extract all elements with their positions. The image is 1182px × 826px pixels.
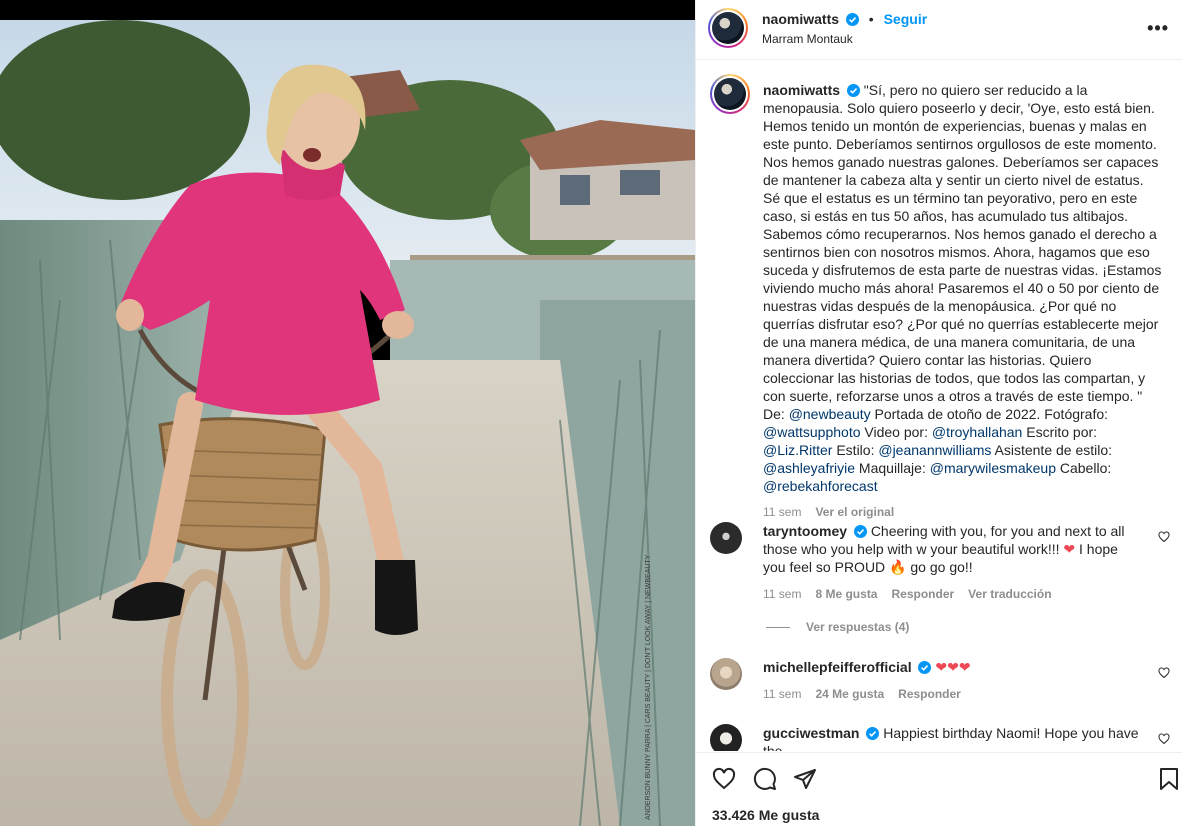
translate-button[interactable]: Ver traducción xyxy=(968,587,1051,601)
comments-scroll-area[interactable]: naomiwatts "Sí, pero no quiero ser reduc… xyxy=(696,61,1182,751)
caption-body: Maquillaje: xyxy=(855,460,930,476)
commenter-username[interactable]: michellepfeifferofficial xyxy=(763,659,912,675)
comment-text: go go go!! xyxy=(906,559,973,575)
commenter-avatar[interactable] xyxy=(710,522,742,554)
comment-likes[interactable]: 8 Me gusta xyxy=(815,587,877,601)
mention-link[interactable]: @ashleyafriyie xyxy=(763,460,855,476)
caption-time[interactable]: 11 sem xyxy=(763,505,801,519)
like-comment-heart-icon[interactable] xyxy=(1158,733,1170,745)
view-replies-label: Ver respuestas (4) xyxy=(806,620,910,634)
post-header: naomiwatts • Seguir Marram Montauk ••• xyxy=(696,0,1182,60)
caption-username[interactable]: naomiwatts xyxy=(763,82,840,98)
verified-badge-icon xyxy=(846,84,860,97)
caption-meta: 11 sem Ver el original xyxy=(763,503,1163,521)
bookmark-icon[interactable] xyxy=(1158,767,1180,791)
comment-text: ❤❤❤ xyxy=(935,659,971,675)
verified-badge-icon xyxy=(918,661,932,674)
caption-body: Video por: xyxy=(860,424,932,440)
author-avatar[interactable] xyxy=(708,8,748,48)
reply-button[interactable]: Responder xyxy=(898,687,961,701)
likes-count[interactable]: 33.426 Me gusta xyxy=(712,807,819,823)
mention-link[interactable]: @wattsupphoto xyxy=(763,424,861,440)
commenter-avatar[interactable] xyxy=(710,724,742,751)
red-heart-emoji: ❤ xyxy=(1063,541,1076,557)
replies-divider-line xyxy=(766,627,790,629)
post-photo-illustration: ANDERSON BUNNY PARRA | CARS BEAUTY | DON… xyxy=(0,0,695,826)
share-icon[interactable] xyxy=(793,767,817,791)
caption-text: naomiwatts "Sí, pero no quiero ser reduc… xyxy=(763,81,1163,521)
post-side-panel: naomiwatts • Seguir Marram Montauk ••• n… xyxy=(695,0,1182,826)
see-original-button[interactable]: Ver el original xyxy=(815,505,894,519)
caption-body: Escrito por: xyxy=(1022,424,1098,440)
like-comment-heart-icon[interactable] xyxy=(1158,531,1170,543)
mention-link[interactable]: @rebekahforecast xyxy=(763,478,878,494)
commenter-username[interactable]: taryntoomey xyxy=(763,523,847,539)
follow-button[interactable]: Seguir xyxy=(884,11,928,27)
header-separator: • xyxy=(868,11,874,27)
mention-link[interactable]: @jeanannwilliams xyxy=(878,442,991,458)
commenter-username[interactable]: gucciwestman xyxy=(763,725,859,741)
comment-body: taryntoomey Cheering with you, for you a… xyxy=(763,522,1143,603)
caption-body: Estilo: xyxy=(832,442,879,458)
mention-link[interactable]: @Liz.Ritter xyxy=(763,442,832,458)
comment-body: michellepfeifferofficial ❤❤❤ 11 sem 24 Me… xyxy=(763,658,1143,703)
comment-time[interactable]: 11 sem xyxy=(763,687,801,701)
comment-body: gucciwestman Happiest birthday Naomi! Ho… xyxy=(763,724,1143,751)
caption-body: Portada de otoño de 2022. Fotógrafo: xyxy=(870,406,1109,422)
verified-badge-icon xyxy=(866,727,880,740)
comment-icon[interactable] xyxy=(753,767,777,791)
comment-time[interactable]: 11 sem xyxy=(763,587,801,601)
mention-link[interactable]: @newbeauty xyxy=(789,406,871,422)
comment-likes[interactable]: 24 Me gusta xyxy=(815,687,884,701)
instagram-post-modal: ANDERSON BUNNY PARRA | CARS BEAUTY | DON… xyxy=(0,0,1182,826)
caption-body: Cabello: xyxy=(1055,460,1112,476)
commenter-avatar[interactable] xyxy=(710,658,742,690)
verified-badge-icon xyxy=(853,525,867,538)
mention-link[interactable]: @troyhallahan xyxy=(932,424,1023,440)
verified-badge-icon xyxy=(845,13,859,26)
reply-button[interactable]: Responder xyxy=(891,587,954,601)
fire-emoji: 🔥 xyxy=(889,559,907,575)
mention-link[interactable]: @marywilesmakeup xyxy=(930,460,1056,476)
post-actions-bar: 33.426 Me gusta xyxy=(696,752,1182,826)
post-photo[interactable]: ANDERSON BUNNY PARRA | CARS BEAUTY | DON… xyxy=(0,0,695,826)
caption-body: "Sí, pero no quiero ser reducido a la me… xyxy=(763,82,1162,422)
like-comment-heart-icon[interactable] xyxy=(1158,667,1170,679)
view-replies-button[interactable]: Ver respuestas (4) xyxy=(766,620,909,634)
comment-meta: 11 sem 24 Me gusta Responder xyxy=(763,685,1143,703)
heart-icon[interactable] xyxy=(712,767,736,791)
comment-meta: 11 sem 8 Me gusta Responder Ver traducción xyxy=(763,585,1143,603)
caption-body: Asistente de estilo: xyxy=(991,442,1113,458)
photo-credit: ANDERSON BUNNY PARRA | CARS BEAUTY | DON… xyxy=(645,554,652,820)
caption-avatar[interactable] xyxy=(710,74,750,114)
post-location[interactable]: Marram Montauk xyxy=(762,32,853,46)
author-username[interactable]: naomiwatts xyxy=(762,11,839,27)
more-options-icon[interactable]: ••• xyxy=(1147,18,1169,39)
